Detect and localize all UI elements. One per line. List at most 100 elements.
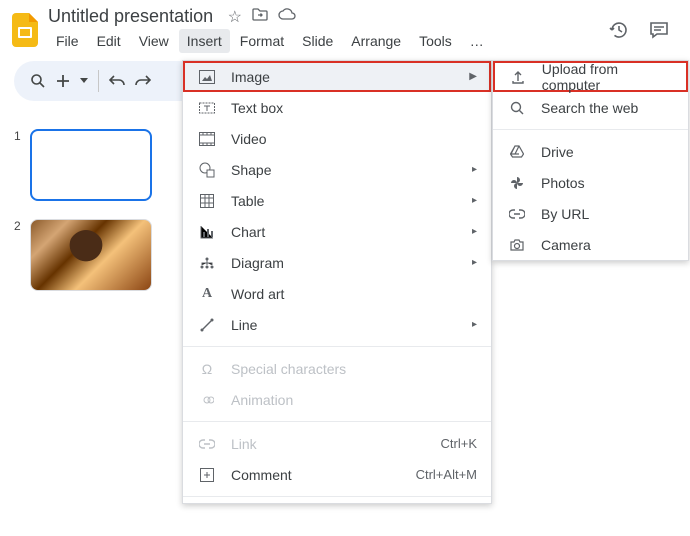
slide-thumbnail-2[interactable] [30, 219, 152, 291]
header-right-icons [608, 19, 680, 41]
new-slide-icon[interactable] [56, 74, 70, 88]
menu-item-line[interactable]: Line ▸ [183, 309, 491, 340]
menu-label: Word art [231, 286, 284, 302]
search-web-icon [507, 101, 527, 115]
submenu-label: Camera [541, 237, 591, 253]
menu-label: Shape [231, 162, 271, 178]
menu-item-link: Link Ctrl+K [183, 428, 491, 459]
submenu-item-byurl[interactable]: By URL [493, 198, 688, 229]
submenu-item-search[interactable]: Search the web [493, 92, 688, 123]
menu-label: Animation [231, 392, 293, 408]
submenu-label: Upload from computer [542, 61, 672, 93]
submenu-item-upload[interactable]: Upload from computer [493, 61, 688, 92]
menu-label: Image [231, 69, 270, 85]
menu-item-table[interactable]: Table ▸ [183, 185, 491, 216]
image-submenu: Upload from computer Search the web Driv… [492, 60, 689, 261]
menu-slide[interactable]: Slide [294, 29, 341, 53]
insert-dropdown: Image ▶ Text box Video Shape ▸ Table ▸ C… [182, 60, 492, 504]
menu-arrange[interactable]: Arrange [343, 29, 409, 53]
toolbar-divider [98, 70, 99, 92]
menu-item-special: Ω Special characters [183, 353, 491, 384]
star-icon[interactable]: ☆ [228, 7, 242, 27]
menu-separator [493, 129, 688, 130]
table-icon [197, 194, 217, 208]
menu-separator [183, 346, 491, 347]
menu-item-diagram[interactable]: Diagram ▸ [183, 247, 491, 278]
move-icon[interactable] [252, 7, 268, 27]
redo-icon[interactable] [135, 74, 151, 88]
diagram-icon [197, 256, 217, 270]
thumb-row-1: 1 [14, 129, 169, 201]
thumb-row-2: 2 [14, 219, 169, 291]
undo-icon[interactable] [109, 74, 125, 88]
wordart-icon: A [197, 286, 217, 302]
submenu-item-photos[interactable]: Photos [493, 167, 688, 198]
submenu-label: Drive [541, 144, 574, 160]
cloud-icon[interactable] [278, 7, 296, 27]
menu-label: Text box [231, 100, 283, 116]
thumb-number: 1 [14, 129, 24, 201]
menu-item-chart[interactable]: Chart ▸ [183, 216, 491, 247]
menu-item-shape[interactable]: Shape ▸ [183, 154, 491, 185]
shortcut: Ctrl+Alt+M [416, 467, 477, 482]
menu-insert[interactable]: Insert [179, 29, 230, 53]
special-chars-icon: Ω [197, 361, 217, 377]
upload-icon [509, 70, 528, 84]
image-icon [197, 70, 217, 84]
menu-label: Special characters [231, 361, 346, 377]
line-icon [197, 318, 217, 332]
history-icon[interactable] [608, 19, 630, 41]
header-row: Untitled presentation ☆ File Edit View I… [0, 0, 690, 53]
shortcut: Ctrl+K [441, 436, 477, 451]
menu-item-textbox[interactable]: Text box [183, 92, 491, 123]
menu-separator [183, 421, 491, 422]
shape-icon [197, 162, 217, 178]
textbox-icon [197, 101, 217, 115]
thumb-number: 2 [14, 219, 24, 291]
submenu-item-camera[interactable]: Camera [493, 229, 688, 260]
menu-label: Comment [231, 467, 292, 483]
title-area: Untitled presentation ☆ File Edit View I… [48, 6, 492, 53]
menu-label: Chart [231, 224, 265, 240]
menu-item-image[interactable]: Image ▶ [183, 61, 491, 92]
menu-tools[interactable]: Tools [411, 29, 460, 53]
menu-format[interactable]: Format [232, 29, 292, 53]
menu-item-wordart[interactable]: A Word art [183, 278, 491, 309]
menu-label: Link [231, 436, 257, 452]
search-icon[interactable] [30, 73, 46, 89]
doc-title[interactable]: Untitled presentation [48, 6, 213, 26]
photos-icon [507, 176, 527, 190]
slide-thumbnail-1[interactable] [30, 129, 152, 201]
menu-item-video[interactable]: Video [183, 123, 491, 154]
menu-item-animation: Animation [183, 384, 491, 415]
menu-more[interactable]: … [462, 29, 492, 53]
drive-icon [507, 145, 527, 158]
submenu-label: Photos [541, 175, 585, 191]
slides-logo-icon [10, 10, 40, 50]
menu-label: Video [231, 131, 267, 147]
menu-item-comment[interactable]: Comment Ctrl+Alt+M [183, 459, 491, 490]
slide-thumbnails: 1 2 [14, 109, 169, 309]
menu-file[interactable]: File [48, 29, 87, 53]
submenu-label: Search the web [541, 100, 638, 116]
link-icon [197, 439, 217, 449]
submenu-arrow-icon: ▸ [472, 195, 477, 206]
menu-separator [183, 496, 491, 497]
animation-icon [197, 393, 217, 407]
comments-icon[interactable] [648, 19, 670, 41]
menu-edit[interactable]: Edit [89, 29, 129, 53]
submenu-item-drive[interactable]: Drive [493, 136, 688, 167]
submenu-arrow-icon: ▸ [472, 257, 477, 268]
menubar: File Edit View Insert Format Slide Arran… [48, 29, 492, 53]
submenu-arrow-icon: ▶ [469, 71, 477, 82]
submenu-label: By URL [541, 206, 589, 222]
submenu-arrow-icon: ▸ [472, 319, 477, 330]
menu-view[interactable]: View [131, 29, 177, 53]
dropdown-arrow-icon[interactable] [80, 78, 88, 84]
chart-icon [197, 225, 217, 239]
menu-label: Line [231, 317, 257, 333]
url-icon [507, 209, 527, 219]
comment-icon [197, 468, 217, 482]
submenu-arrow-icon: ▸ [472, 164, 477, 175]
menu-label: Table [231, 193, 264, 209]
